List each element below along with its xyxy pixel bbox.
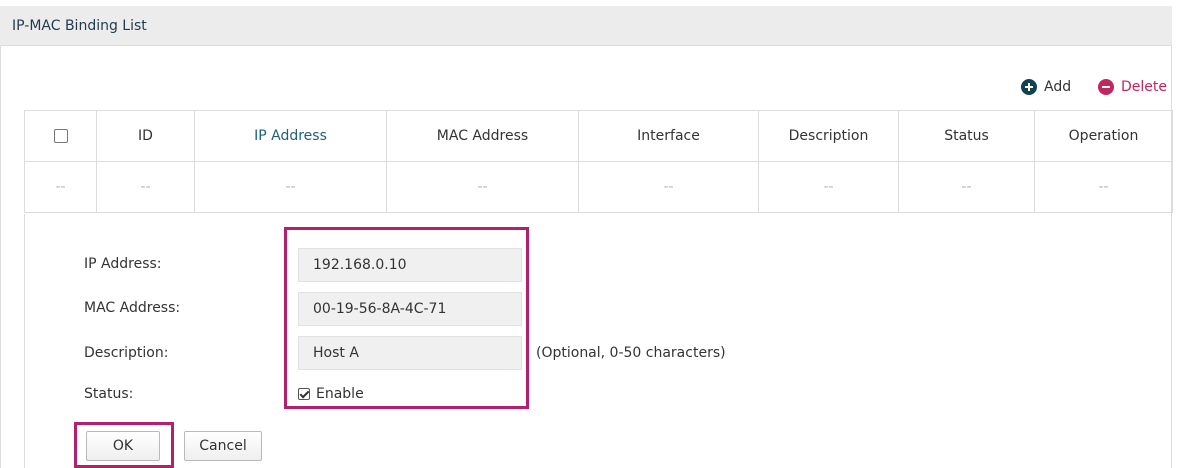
highlight-box-fields (284, 227, 529, 409)
table-cell: -- (1034, 161, 1173, 213)
panel-title: IP-MAC Binding List (12, 18, 147, 34)
highlight-box-ok (74, 422, 174, 468)
table-cell: -- (24, 161, 97, 213)
delete-label: Delete (1121, 79, 1167, 95)
table-header-row: ID IP Address MAC Address Interface Desc… (24, 110, 1173, 162)
status-label: Status: (84, 386, 134, 402)
description-label: Description: (84, 345, 169, 361)
table-cell: -- (194, 161, 387, 213)
minus-circle-icon (1098, 79, 1114, 95)
table-cell: -- (758, 161, 899, 213)
description-hint: (Optional, 0-50 characters) (536, 345, 726, 361)
select-all-header[interactable] (24, 110, 97, 162)
column-header-operation[interactable]: Operation (1034, 110, 1173, 162)
add-label: Add (1044, 79, 1072, 95)
edit-form (24, 214, 1172, 468)
table-cell: -- (898, 161, 1035, 213)
column-header-description[interactable]: Description (758, 110, 899, 162)
select-all-checkbox[interactable] (53, 129, 68, 143)
plus-circle-icon (1021, 79, 1037, 95)
table-cell: -- (578, 161, 759, 213)
add-button[interactable]: Add (1021, 76, 1071, 98)
table-cell: -- (386, 161, 579, 213)
column-header-interface[interactable]: Interface (578, 110, 759, 162)
column-header-status[interactable]: Status (898, 110, 1035, 162)
cancel-button[interactable]: Cancel (184, 431, 262, 461)
mac-address-label: MAC Address: (84, 300, 181, 316)
column-header-id[interactable]: ID (96, 110, 195, 162)
delete-button[interactable]: Delete (1098, 76, 1167, 98)
column-header-mac-address[interactable]: MAC Address (386, 110, 579, 162)
column-header-ip-address[interactable]: IP Address (194, 110, 387, 162)
ip-address-label: IP Address: (84, 256, 162, 272)
panel-header: IP-MAC Binding List (0, 6, 1172, 46)
binding-table: ID IP Address MAC Address Interface Desc… (24, 110, 1173, 213)
table-cell: -- (96, 161, 195, 213)
table-row: -- -- -- -- -- -- -- -- (24, 161, 1173, 213)
